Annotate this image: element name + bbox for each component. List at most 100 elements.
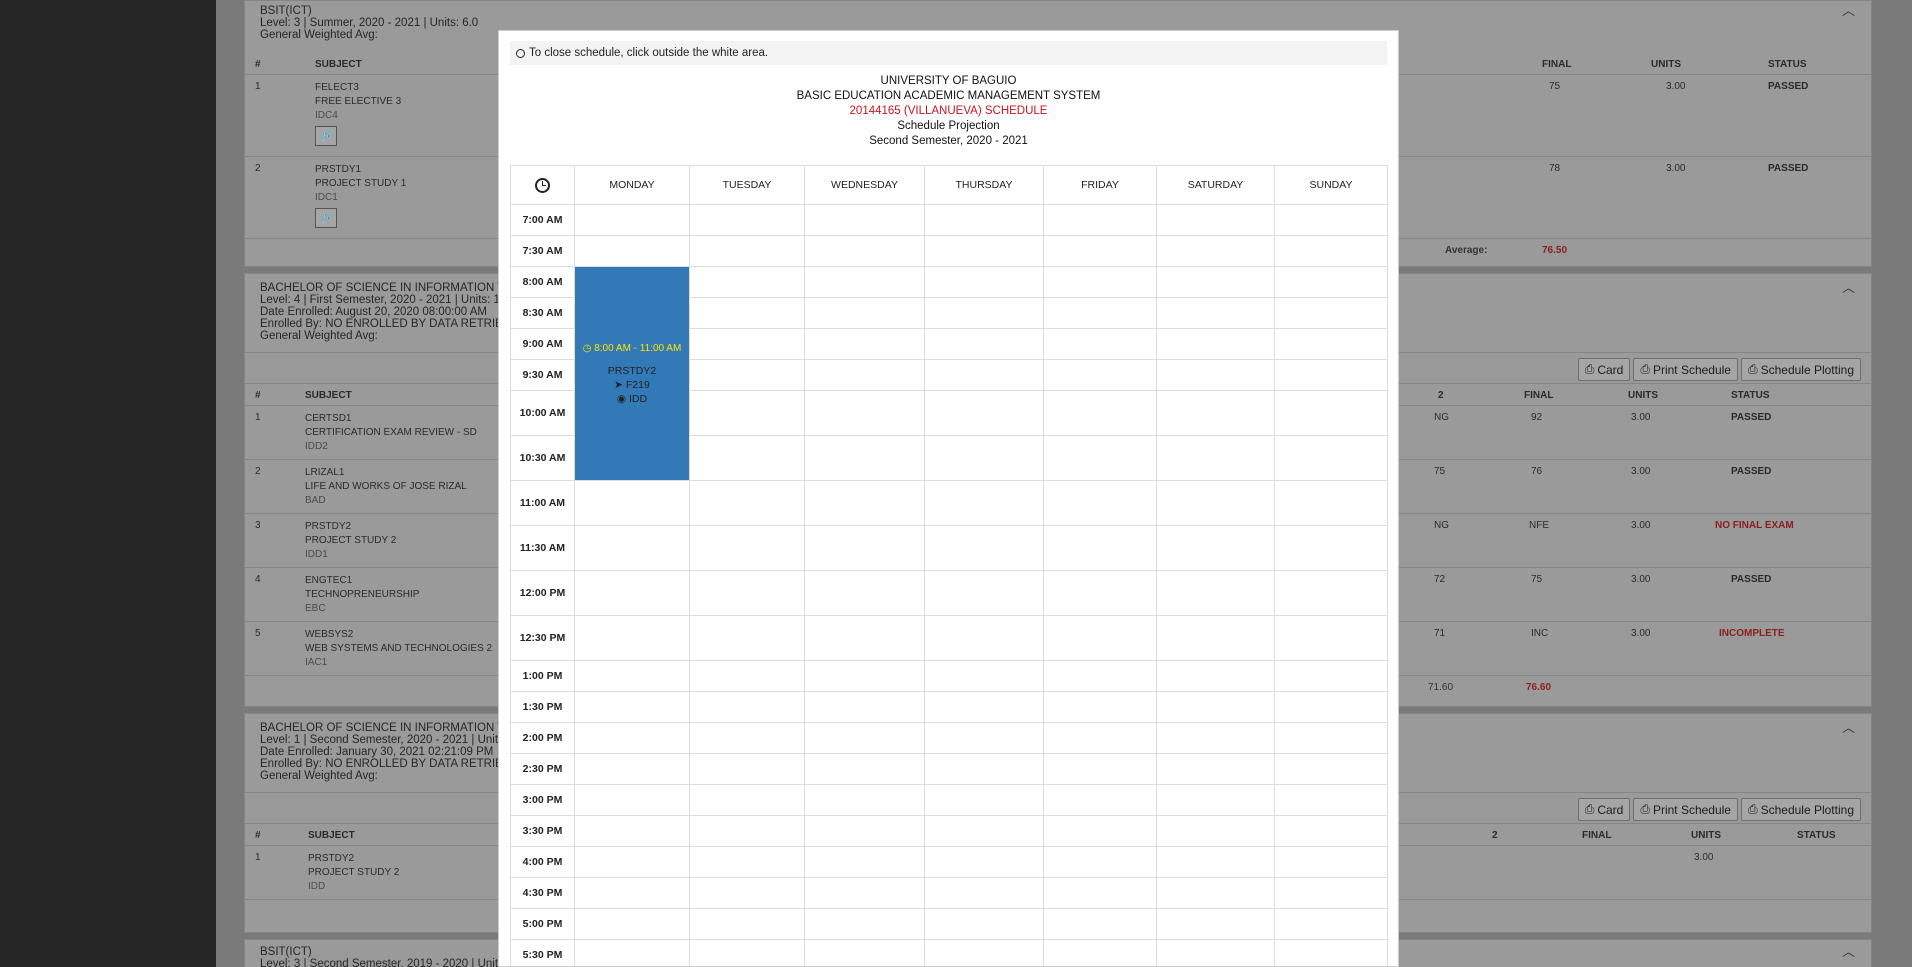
schedule-cell <box>924 939 1044 966</box>
schedule-cell <box>1274 328 1388 360</box>
schedule-cell <box>924 660 1044 692</box>
schedule-cell <box>689 435 805 481</box>
user-circle-icon: ◉ <box>616 392 627 405</box>
schedule-cell <box>689 939 805 966</box>
schedule-cell <box>1274 660 1388 692</box>
schedule-cell <box>1156 784 1275 816</box>
schedule-cell <box>1043 390 1157 436</box>
day-tuesday: TUESDAY <box>689 165 805 205</box>
schedule-cell <box>804 297 925 329</box>
time-row: 7:00 AM <box>510 204 1388 236</box>
event-instructor: IDD <box>629 392 648 405</box>
schedule-cell <box>574 525 690 571</box>
time-label: 3:00 PM <box>510 784 575 816</box>
schedule-cell <box>1156 266 1275 298</box>
schedule-cell <box>689 722 805 754</box>
schedule-cell <box>1274 877 1388 909</box>
schedule-cell <box>1156 753 1275 785</box>
schedule-cell <box>924 691 1044 723</box>
time-label: 3:30 PM <box>510 815 575 847</box>
schedule-cell <box>804 660 925 692</box>
schedule-cell <box>1274 722 1388 754</box>
schedule-event[interactable]: ◷ 8:00 AM - 11:00 AM PRSTDY2 ➤ F219 ◉ IDD <box>574 266 690 481</box>
time-label: 12:00 PM <box>510 570 575 616</box>
time-label: 1:30 PM <box>510 691 575 723</box>
time-label: 2:30 PM <box>510 753 575 785</box>
schedule-cell <box>574 815 690 847</box>
time-label: 8:30 AM <box>510 297 575 329</box>
schedule-cell <box>689 815 805 847</box>
schedule-cell <box>804 691 925 723</box>
schedule-cell <box>689 525 805 571</box>
time-label: 1:00 PM <box>510 660 575 692</box>
schedule-cell <box>689 908 805 940</box>
schedule-cell <box>574 615 690 661</box>
schedule-cell <box>574 908 690 940</box>
schedule-cell <box>1043 939 1157 966</box>
schedule-cell <box>689 235 805 267</box>
schedule-cell <box>804 525 925 571</box>
schedule-cell <box>924 908 1044 940</box>
schedule-cell <box>1274 784 1388 816</box>
time-row: 3:30 PM <box>510 815 1388 847</box>
time-label: 9:00 AM <box>510 328 575 360</box>
schedule-cell <box>804 359 925 391</box>
schedule-cell <box>1043 235 1157 267</box>
schedule-cell <box>804 939 925 966</box>
event-time: 8:00 AM - 11:00 AM <box>594 342 682 354</box>
time-row: 4:30 PM <box>510 877 1388 909</box>
schedule-cell <box>804 204 925 236</box>
time-label: 4:30 PM <box>510 877 575 909</box>
schedule-cell <box>574 784 690 816</box>
schedule-cell <box>574 570 690 616</box>
day-saturday: SATURDAY <box>1156 165 1275 205</box>
schedule-cell <box>1156 297 1275 329</box>
schedule-cell <box>574 691 690 723</box>
schedule-cell <box>1043 615 1157 661</box>
day-thursday: THURSDAY <box>924 165 1044 205</box>
time-label: 9:30 AM <box>510 359 575 391</box>
schedule-cell <box>1043 753 1157 785</box>
schedule-cell <box>574 877 690 909</box>
close-notice-text: To close schedule, click outside the whi… <box>529 47 769 59</box>
schedule-cell <box>1043 435 1157 481</box>
schedule-cell <box>1156 570 1275 616</box>
time-label: 5:00 PM <box>510 908 575 940</box>
schedule-cell <box>804 846 925 878</box>
schedule-cell <box>1156 480 1275 526</box>
schedule-cell <box>1156 722 1275 754</box>
time-label: 10:00 AM <box>510 390 575 436</box>
schedule-cell <box>924 390 1044 436</box>
schedule-title: 20144165 (VILLANUEVA) SCHEDULE <box>849 105 1048 117</box>
location-arrow-icon: ➤ <box>614 378 623 391</box>
schedule-cell <box>689 570 805 616</box>
schedule-cell <box>924 615 1044 661</box>
schedule-cell <box>924 266 1044 298</box>
schedule-cell <box>1274 480 1388 526</box>
day-header-row: MONDAY TUESDAY WEDNESDAY THURSDAY FRIDAY… <box>510 165 1388 205</box>
schedule-cell <box>574 235 690 267</box>
event-room: F219 <box>625 378 650 391</box>
schedule-cell <box>804 390 925 436</box>
schedule-cell <box>689 784 805 816</box>
schedule-cell <box>1274 939 1388 966</box>
event-subject: PRSTDY2 <box>607 364 657 377</box>
schedule-cell <box>689 204 805 236</box>
schedule-cell <box>1274 266 1388 298</box>
time-row: 5:00 PM <box>510 908 1388 940</box>
schedule-cell <box>689 877 805 909</box>
schedule-cell <box>689 480 805 526</box>
schedule-cell <box>574 480 690 526</box>
schedule-cell <box>574 939 690 966</box>
schedule-cell <box>1156 204 1275 236</box>
schedule-cell <box>1043 266 1157 298</box>
schedule-cell <box>1043 660 1157 692</box>
schedule-cell <box>1043 525 1157 571</box>
schedule-cell <box>924 297 1044 329</box>
schedule-cell <box>1274 815 1388 847</box>
schedule-modal: To close schedule, click outside the whi… <box>498 30 1399 967</box>
schedule-cell <box>804 753 925 785</box>
schedule-cell <box>1043 815 1157 847</box>
clock-header <box>510 165 575 205</box>
schedule-cell <box>1043 297 1157 329</box>
